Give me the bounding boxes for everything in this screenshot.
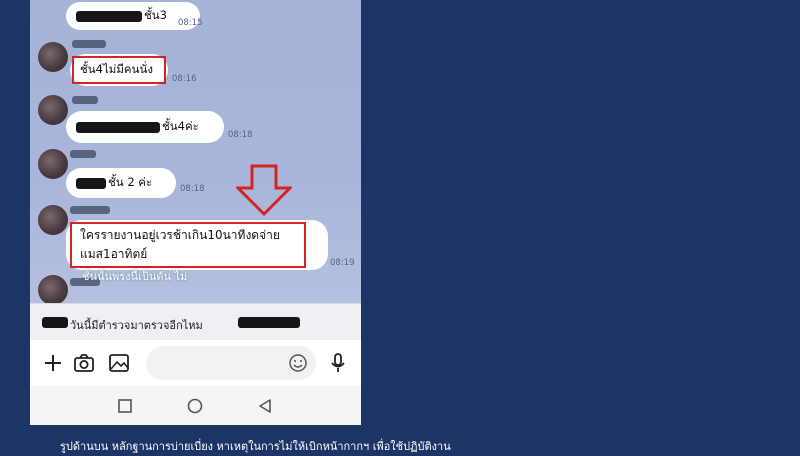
sender-name	[70, 150, 96, 158]
announcement-banner[interactable]: วันนี้มีตำรวจมาตรวจอีกไหม	[30, 303, 361, 340]
avatar[interactable]	[38, 275, 68, 303]
home-icon[interactable]	[187, 398, 203, 414]
highlight-box	[72, 56, 166, 84]
caption-text: รูปด้านบน หลักฐานการบ่ายเบี่ยง หาเหตุในก…	[60, 440, 451, 453]
avatar[interactable]	[38, 95, 68, 125]
camera-icon[interactable]	[73, 352, 95, 374]
recent-apps-icon[interactable]	[117, 398, 133, 414]
back-icon[interactable]	[257, 398, 273, 414]
redacted-text	[42, 317, 68, 328]
image-icon[interactable]	[108, 352, 130, 374]
microphone-icon[interactable]	[327, 352, 349, 374]
announcement-text: วันนี้มีตำรวจมาตรวจอีกไหม	[70, 319, 203, 332]
message-time: 08:16	[172, 74, 197, 84]
redacted-text	[238, 317, 300, 328]
chat-bubble[interactable]: ชั้น4ค่ะ	[66, 111, 224, 143]
message-text: ชั้น 2 ค่ะ	[108, 175, 153, 189]
partial-message-text: ชั้นนั้นพรงนี้เป็นดัน ไม่	[82, 270, 188, 283]
plus-icon[interactable]	[42, 352, 64, 374]
sender-name	[72, 40, 106, 48]
redacted-text	[76, 121, 160, 133]
avatar[interactable]	[38, 149, 68, 179]
message-text: ชั้น4ค่ะ	[162, 119, 199, 133]
redacted-text	[76, 177, 106, 189]
message-time: 08:15	[178, 18, 203, 28]
message-text: ชั้น3	[144, 8, 167, 22]
message-time: 08:19	[330, 258, 355, 268]
avatar[interactable]	[38, 205, 68, 235]
highlight-box	[70, 222, 306, 268]
emoji-icon[interactable]	[288, 353, 308, 373]
message-time: 08:18	[180, 184, 205, 194]
phone-screenshot: ชั้น3 08:15 ชั้น4ไม่มีคนนั่ง 08:16 ชั้น4…	[30, 0, 361, 425]
arrow-down-icon	[236, 164, 292, 216]
message-time: 08:18	[228, 130, 253, 140]
chat-area[interactable]: ชั้น3 08:15 ชั้น4ไม่มีคนนั่ง 08:16 ชั้น4…	[30, 0, 361, 303]
avatar[interactable]	[38, 42, 68, 72]
chat-bubble[interactable]: ชั้น 2 ค่ะ	[66, 168, 176, 198]
page: ชั้น3 08:15 ชั้น4ไม่มีคนนั่ง 08:16 ชั้น4…	[0, 0, 800, 456]
sender-name	[70, 206, 110, 214]
redacted-text	[76, 10, 142, 22]
sender-name	[72, 96, 98, 104]
